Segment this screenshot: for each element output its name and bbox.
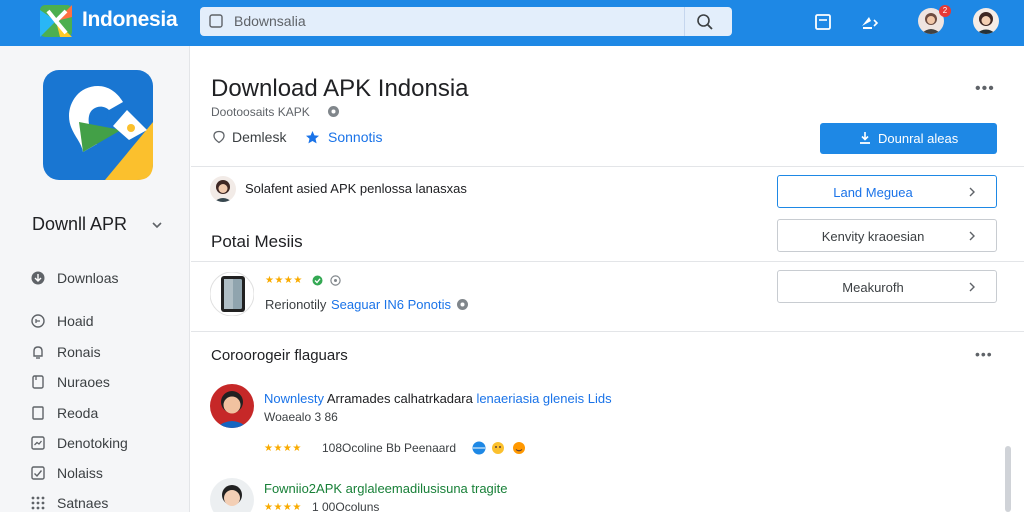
brand-name[interactable]: Indonesia	[82, 8, 178, 32]
button-label: Land Meguea	[833, 185, 913, 200]
sidebar-item-checked[interactable]: Nolaiss	[30, 462, 180, 484]
main-content: Download APK Indonsia Dootoosaits KAPK •…	[191, 46, 1024, 512]
button-label: Meakurofh	[842, 280, 904, 295]
comment-title[interactable]: Nownlesty Arramades calhatrkadara lenaer…	[264, 391, 612, 406]
sidebar-item-label: Ronais	[57, 344, 101, 360]
user-avatar-icon	[210, 384, 254, 428]
sidebar-item-notifications[interactable]: Ronais	[30, 341, 180, 363]
app-subtitle: Dootoosaits KAPK	[211, 105, 310, 119]
comment-meta: 1 00Ocoluns	[312, 500, 380, 512]
user-avatar-icon	[210, 478, 254, 512]
chevron-right-icon	[969, 187, 975, 197]
sidebar-item-label: Denotoking	[57, 435, 128, 451]
chart-icon	[31, 436, 45, 450]
app-icon[interactable]	[43, 70, 153, 180]
file-icon	[32, 375, 44, 389]
device-thumbnail	[210, 272, 254, 316]
app-rating-link[interactable]: Sonnotis	[328, 129, 382, 145]
search-bar[interactable]: Bdownsalia	[200, 7, 732, 36]
sidebar-item-files[interactable]: Nuraoes	[30, 371, 180, 393]
download-button-label: Dounral aleas	[878, 131, 959, 146]
sidebar-item-label: Downloas	[57, 270, 119, 286]
bell-icon	[33, 346, 43, 359]
user-avatar-icon	[210, 176, 236, 202]
download-arrow-icon	[860, 132, 870, 144]
comment-title[interactable]: Fowniio2APK arglaleemadilusisuna tragite	[264, 481, 508, 496]
app-logo-icon[interactable]	[38, 3, 74, 39]
comment-author[interactable]: Nownlesty	[264, 391, 324, 406]
divider	[191, 261, 1024, 262]
verified-icon	[312, 275, 323, 286]
chevron-down-icon[interactable]	[150, 218, 164, 232]
sidebar-item-stats[interactable]: Denotoking	[30, 432, 180, 454]
share-icon[interactable]	[858, 11, 880, 33]
search-input[interactable]: Bdownsalia	[234, 13, 306, 29]
sidebar-item-home[interactable]: Hoaid	[30, 310, 180, 332]
sidebar-item-label: Nolaiss	[57, 465, 103, 481]
globe-icon[interactable]	[472, 441, 486, 455]
location-icon	[213, 130, 225, 144]
info-icon[interactable]	[327, 105, 340, 118]
sidebar-item-downloads[interactable]: Downloas	[30, 267, 180, 289]
chevron-right-icon	[969, 231, 975, 241]
divider	[191, 331, 1024, 332]
section-title: Coroorogeir flaguars	[211, 347, 348, 364]
home-icon	[31, 314, 45, 328]
button-label: Kenvity kraoesian	[821, 229, 925, 244]
page-title: Download APK Indonsia	[211, 75, 469, 102]
scrollbar[interactable]	[1005, 446, 1011, 512]
comment-meta: 108Ocoline Bb Peenaard	[322, 441, 457, 455]
grid-icon	[31, 496, 45, 510]
divider	[191, 166, 1024, 167]
sidebar-title[interactable]: Downll APR	[32, 214, 127, 235]
search-icon[interactable]	[695, 12, 715, 32]
comment-stars: ★★★★	[264, 502, 302, 512]
comment-stars: ★★★★	[264, 443, 302, 454]
app-location: Demlesk	[232, 129, 287, 145]
sidebar-item-label: Hoaid	[57, 313, 94, 329]
review-stars: ★★★★	[265, 275, 303, 286]
comment-subtitle: Woaealo 3 86	[264, 410, 338, 424]
download-icon	[31, 271, 45, 285]
review-author: Rerionotily	[265, 297, 327, 312]
primary-action-button[interactable]: Land Meguea	[777, 175, 997, 208]
section-title: Potai Mesiis	[211, 232, 303, 251]
profile-icon	[973, 8, 999, 34]
comment-link[interactable]: lenaeriasia gleneis Lids	[476, 391, 611, 406]
comment-avatar	[210, 478, 254, 512]
page-icon	[32, 406, 44, 420]
sidebar-item-label: Nuraoes	[57, 374, 110, 390]
search-divider	[684, 7, 685, 36]
notification-badge: 2	[939, 5, 951, 17]
sidebar: Downll APR Downloas Hoaid Ronais Nuraoes…	[0, 46, 190, 512]
download-button[interactable]: Dounral aleas	[820, 123, 997, 154]
emoji-icon[interactable]	[491, 441, 505, 455]
sidebar-item-settings[interactable]: Satnaes	[30, 492, 180, 512]
star-icon	[306, 131, 319, 144]
sidebar-item-reader[interactable]: Reoda	[30, 402, 180, 424]
profile-avatar[interactable]	[973, 8, 999, 34]
info-icon[interactable]	[456, 298, 469, 311]
check-icon	[31, 466, 45, 480]
info-icon[interactable]	[330, 275, 341, 286]
notice-avatar	[210, 176, 236, 202]
review-link[interactable]: Seaguar IN6 Ponotis	[331, 297, 451, 312]
reaction-icon[interactable]	[512, 441, 526, 455]
secondary-action-button[interactable]: Kenvity kraoesian	[777, 219, 997, 252]
top-bar: Indonesia Bdownsalia 2	[0, 0, 1024, 46]
more-options-icon[interactable]: •••	[975, 346, 993, 362]
sidebar-item-label: Satnaes	[57, 495, 109, 511]
comment-avatar	[210, 384, 254, 428]
sidebar-item-label: Reoda	[57, 405, 99, 421]
notice-text: Solafent asied APK penlossa lanasxas	[245, 181, 467, 196]
search-field-icon	[209, 14, 223, 28]
third-action-button[interactable]: Meakurofh	[777, 270, 997, 303]
tablet-icon[interactable]	[812, 11, 834, 33]
comment-text: Arramades calhatrkadara	[323, 391, 477, 406]
chevron-right-icon	[969, 282, 975, 292]
more-options-icon[interactable]: •••	[975, 80, 995, 98]
